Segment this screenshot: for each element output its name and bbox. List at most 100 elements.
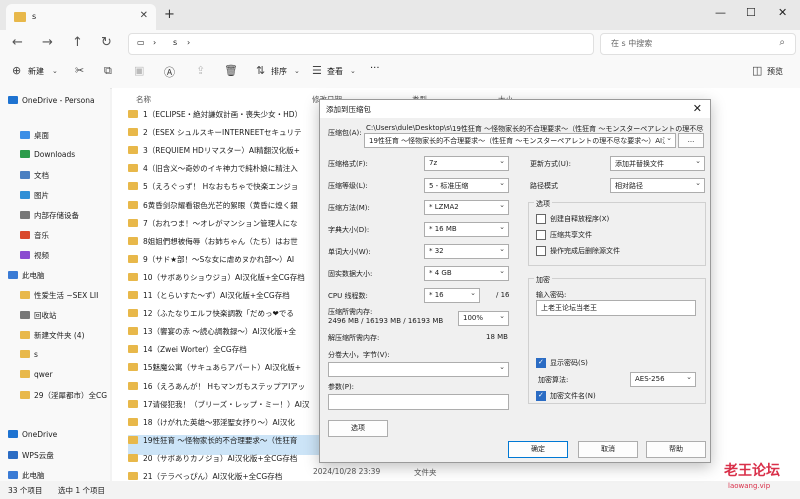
maximize-icon[interactable]: ☐ <box>746 6 756 19</box>
method-select[interactable]: * LZMA2 ⌄ <box>424 200 509 215</box>
encryption-method-select[interactable]: AES-256 ⌄ <box>630 372 696 387</box>
sidebar-item[interactable]: 文档 <box>20 170 120 188</box>
password-label: 输入密码: <box>536 291 567 299</box>
list-item[interactable]: 17请侵犯我！（ブリーズ・レップ・ミー！）AI汉 <box>128 399 328 419</box>
shared-files-checkbox[interactable] <box>536 230 546 240</box>
list-item[interactable]: 3（REQUIEM HDリマスター）AI精翻汉化版+ <box>128 145 328 165</box>
column-header-name[interactable]: 名称 <box>136 94 151 105</box>
list-item[interactable]: 6黄昏剑尕耀看银色光芒的絮眼（黄昏に煌く銀 <box>128 200 328 220</box>
rename-icon[interactable]: Ⓐ <box>164 64 175 80</box>
sidebar-item[interactable]: s <box>20 350 120 368</box>
preview-button[interactable]: 预览 <box>767 66 783 77</box>
chevron-down-icon[interactable]: ⌄ <box>666 134 672 142</box>
sidebar-item-label: 文档 <box>34 171 49 180</box>
sidebar-item[interactable]: WPS云盘 <box>8 450 108 468</box>
copy-icon[interactable]: ⧉ <box>104 64 112 78</box>
browse-button[interactable]: ... <box>678 133 704 148</box>
up-icon[interactable]: ↑ <box>72 35 83 50</box>
ok-button[interactable]: 确定 <box>508 441 568 458</box>
parameters-input[interactable] <box>328 394 509 410</box>
list-item[interactable]: 19性狂育 ～怪物家长的不合理要求～（性狂育 <box>128 434 328 455</box>
archive-name-combo[interactable]: 19性狂育 ～怪物家长的不合理要求～（性狂育 ～モンスターペアレントの理不尽な要… <box>364 133 676 148</box>
memory-percent-select[interactable]: 100% ⌄ <box>458 311 509 326</box>
breadcrumb-s[interactable]: s <box>173 38 177 47</box>
list-item[interactable]: 13（饗宴の赤 ～読心調教録～）AI汉化版+全 <box>128 326 328 346</box>
cut-icon[interactable]: ✂ <box>75 64 84 77</box>
sidebar-item-label: 性爱生活 ~SEX LII <box>34 291 99 300</box>
list-item[interactable]: 15魅魔公寓（サキュあらアパート）AI汉化版+ <box>128 362 328 382</box>
sort-button[interactable]: 排序 <box>271 66 287 77</box>
solid-size-select[interactable]: * 4 GB ⌄ <box>424 266 509 281</box>
chevron-down-icon: ⌄ <box>499 223 505 231</box>
close-dialog-icon[interactable]: ✕ <box>693 102 702 115</box>
minimize-icon[interactable]: — <box>715 6 726 19</box>
password-input[interactable]: 上老王论坛当老王 <box>536 300 696 316</box>
more-button[interactable]: ··· <box>370 63 380 74</box>
sidebar-item[interactable]: 新建文件夹 (4) <box>20 330 120 348</box>
list-item[interactable]: 20（サボありカノジョ）AI汉化版+全CG存档 <box>128 453 328 473</box>
folder-icon <box>20 150 30 158</box>
dictionary-select[interactable]: * 16 MB ⌄ <box>424 222 509 237</box>
close-window-icon[interactable]: ✕ <box>778 6 787 19</box>
sidebar-item[interactable]: 桌面 <box>20 130 120 148</box>
list-item[interactable]: 18（けがれた英雄～邪淫聖女抒り～）AI汉化 <box>128 417 328 437</box>
delete-icon[interactable]: 🗑 <box>224 64 238 77</box>
paste-icon[interactable]: ▣ <box>134 64 144 77</box>
close-tab-icon[interactable]: ✕ <box>140 10 148 21</box>
sidebar-item[interactable]: 音乐 <box>20 230 120 248</box>
chevron-down-icon[interactable]: ⌄ <box>52 67 58 75</box>
share-icon[interactable]: ⇪ <box>196 64 205 77</box>
sidebar-item[interactable]: OneDrive - Persona <box>8 96 108 114</box>
chevron-down-icon[interactable]: ⌄ <box>294 67 300 75</box>
update-mode-select[interactable]: 添加并替换文件 ⌄ <box>610 156 705 171</box>
tab-s[interactable]: s ✕ <box>6 4 156 30</box>
view-button[interactable]: 查看 <box>327 66 343 77</box>
list-item[interactable]: 12（ふたなりエルフ快楽調教「だめっ❤でる <box>128 308 328 328</box>
sidebar-item[interactable]: 此电脑 <box>8 270 108 288</box>
sidebar-item[interactable]: Downloads <box>20 150 120 168</box>
sidebar-item[interactable]: 29（淫犀都市）全CG <box>20 390 120 408</box>
list-item[interactable]: 10（サボありショウジョ）AI汉化版+全CG存档 <box>128 272 328 292</box>
list-item[interactable]: 11（とらいすた～ず）AI汉化版+全CG存档 <box>128 290 328 310</box>
list-item[interactable]: 1（ECLIPSE・絶対謙奴計画・喪失少女・HD） <box>128 109 328 129</box>
list-item[interactable]: 7（おれつま！～オレがマンション管理人にな <box>128 218 328 238</box>
list-item[interactable]: 14（Zwei Worter）全CG存档 <box>128 344 328 364</box>
sidebar-item[interactable]: 视频 <box>20 250 120 268</box>
delete-after-checkbox[interactable] <box>536 246 546 256</box>
encrypt-names-checkbox[interactable] <box>536 391 546 401</box>
sidebar-item[interactable]: OneDrive <box>8 430 108 448</box>
folder-icon <box>20 131 30 139</box>
refresh-icon[interactable]: ↻ <box>101 35 112 50</box>
list-item[interactable]: 5（えろぐっず！ Hなおもちゃで快楽エンジョ <box>128 181 328 201</box>
cancel-button[interactable]: 取消 <box>578 441 638 458</box>
path-mode-select[interactable]: 相对路径 ⌄ <box>610 178 705 193</box>
list-item[interactable]: 16（えろあんが！ HもマンガもステップアIアッ <box>128 381 328 401</box>
chevron-down-icon[interactable]: ⌄ <box>350 67 356 75</box>
forward-icon[interactable]: → <box>42 35 53 50</box>
sidebar-item[interactable]: 图片 <box>20 190 120 208</box>
level-select[interactable]: 5 - 标准压缩 ⌄ <box>424 178 509 193</box>
format-select[interactable]: 7z ⌄ <box>424 156 509 171</box>
help-button[interactable]: 帮助 <box>646 441 706 458</box>
breadcrumb-chevron-icon[interactable]: › <box>187 38 190 47</box>
new-tab-icon[interactable]: + <box>164 7 175 22</box>
address-bar[interactable]: ▭ › s › <box>128 33 594 55</box>
sfx-checkbox[interactable] <box>536 214 546 224</box>
list-item[interactable]: 2（ESEX シュルスキーINTERNEETセキュリテ <box>128 127 328 147</box>
list-item[interactable]: 4（旧含义～奇妙のイキ神力で純朴娘に精注入 <box>128 163 328 183</box>
back-icon[interactable]: ← <box>12 35 23 50</box>
threads-select[interactable]: * 16 ⌄ <box>424 288 480 303</box>
list-item[interactable]: 9（サド★部！～Sな女に虐めヌかれ部～）AI <box>128 254 328 274</box>
sidebar-item[interactable]: qwer <box>20 370 120 388</box>
sidebar-item[interactable]: 性爱生活 ~SEX LII <box>20 290 120 308</box>
new-button[interactable]: 新建 <box>28 66 44 77</box>
split-size-select[interactable]: ⌄ <box>328 362 509 377</box>
sidebar-item[interactable]: 回收站 <box>20 310 120 328</box>
word-size-select[interactable]: * 32 ⌄ <box>424 244 509 259</box>
search-box[interactable]: 在 s 中搜索 ⌕ <box>600 33 796 55</box>
sidebar-item[interactable]: 内部存储设备 <box>20 210 120 228</box>
breadcrumb-chevron-icon[interactable]: › <box>153 38 156 47</box>
options-button[interactable]: 选项 <box>328 420 388 437</box>
show-password-checkbox[interactable] <box>536 358 546 368</box>
list-item[interactable]: 8姐姐們想被侮辱（お姉ちゃん（たち）はお世 <box>128 236 328 256</box>
